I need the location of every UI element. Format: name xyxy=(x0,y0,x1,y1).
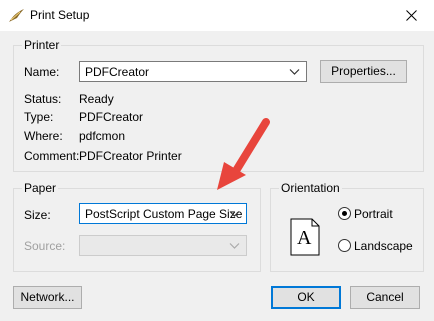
chevron-down-icon xyxy=(229,211,240,217)
printer-name-value: PDFCreator xyxy=(85,65,150,79)
radio-selected-dot xyxy=(342,211,347,216)
paper-source-label: Source: xyxy=(24,239,66,253)
where-label: Where: xyxy=(24,129,63,143)
window-title: Print Setup xyxy=(30,8,90,22)
printer-name-label: Name: xyxy=(24,65,60,79)
properties-button[interactable]: Properties... xyxy=(320,60,407,83)
paper-size-select[interactable]: PostScript Custom Page Size xyxy=(79,203,247,224)
portrait-label[interactable]: Portrait xyxy=(354,207,393,221)
comment-value: PDFCreator Printer xyxy=(79,149,182,163)
network-button[interactable]: Network... xyxy=(13,286,82,309)
paper-size-label: Size: xyxy=(24,208,51,222)
close-icon xyxy=(405,10,417,21)
comment-label: Comment: xyxy=(24,149,80,163)
portrait-radio[interactable] xyxy=(338,207,351,220)
where-value: pdfcmon xyxy=(79,129,126,143)
preview-letter: A xyxy=(297,227,312,249)
printer-group-label: Printer xyxy=(22,38,62,52)
paper-group: Paper xyxy=(13,181,261,272)
status-label: Status: xyxy=(24,92,62,106)
chevron-down-icon xyxy=(289,69,300,75)
page-preview-icon: A xyxy=(290,218,320,256)
status-value: Ready xyxy=(79,92,114,106)
landscape-radio[interactable] xyxy=(338,239,351,252)
title-bar: Print Setup xyxy=(0,0,434,31)
feather-quill-icon xyxy=(9,9,24,22)
paper-size-value: PostScript Custom Page Size xyxy=(85,207,243,221)
cancel-button[interactable]: Cancel xyxy=(350,286,420,309)
paper-group-label: Paper xyxy=(22,181,59,195)
type-value: PDFCreator xyxy=(79,110,144,124)
type-label: Type: xyxy=(24,110,54,124)
orientation-group-label: Orientation xyxy=(279,181,342,195)
paper-source-select[interactable] xyxy=(79,235,247,256)
ok-button[interactable]: OK xyxy=(271,286,341,309)
printer-name-select[interactable]: PDFCreator xyxy=(79,61,307,82)
landscape-label[interactable]: Landscape xyxy=(354,239,413,253)
close-button[interactable] xyxy=(388,0,434,31)
chevron-down-icon xyxy=(229,243,240,249)
annotation-arrow xyxy=(217,118,270,190)
